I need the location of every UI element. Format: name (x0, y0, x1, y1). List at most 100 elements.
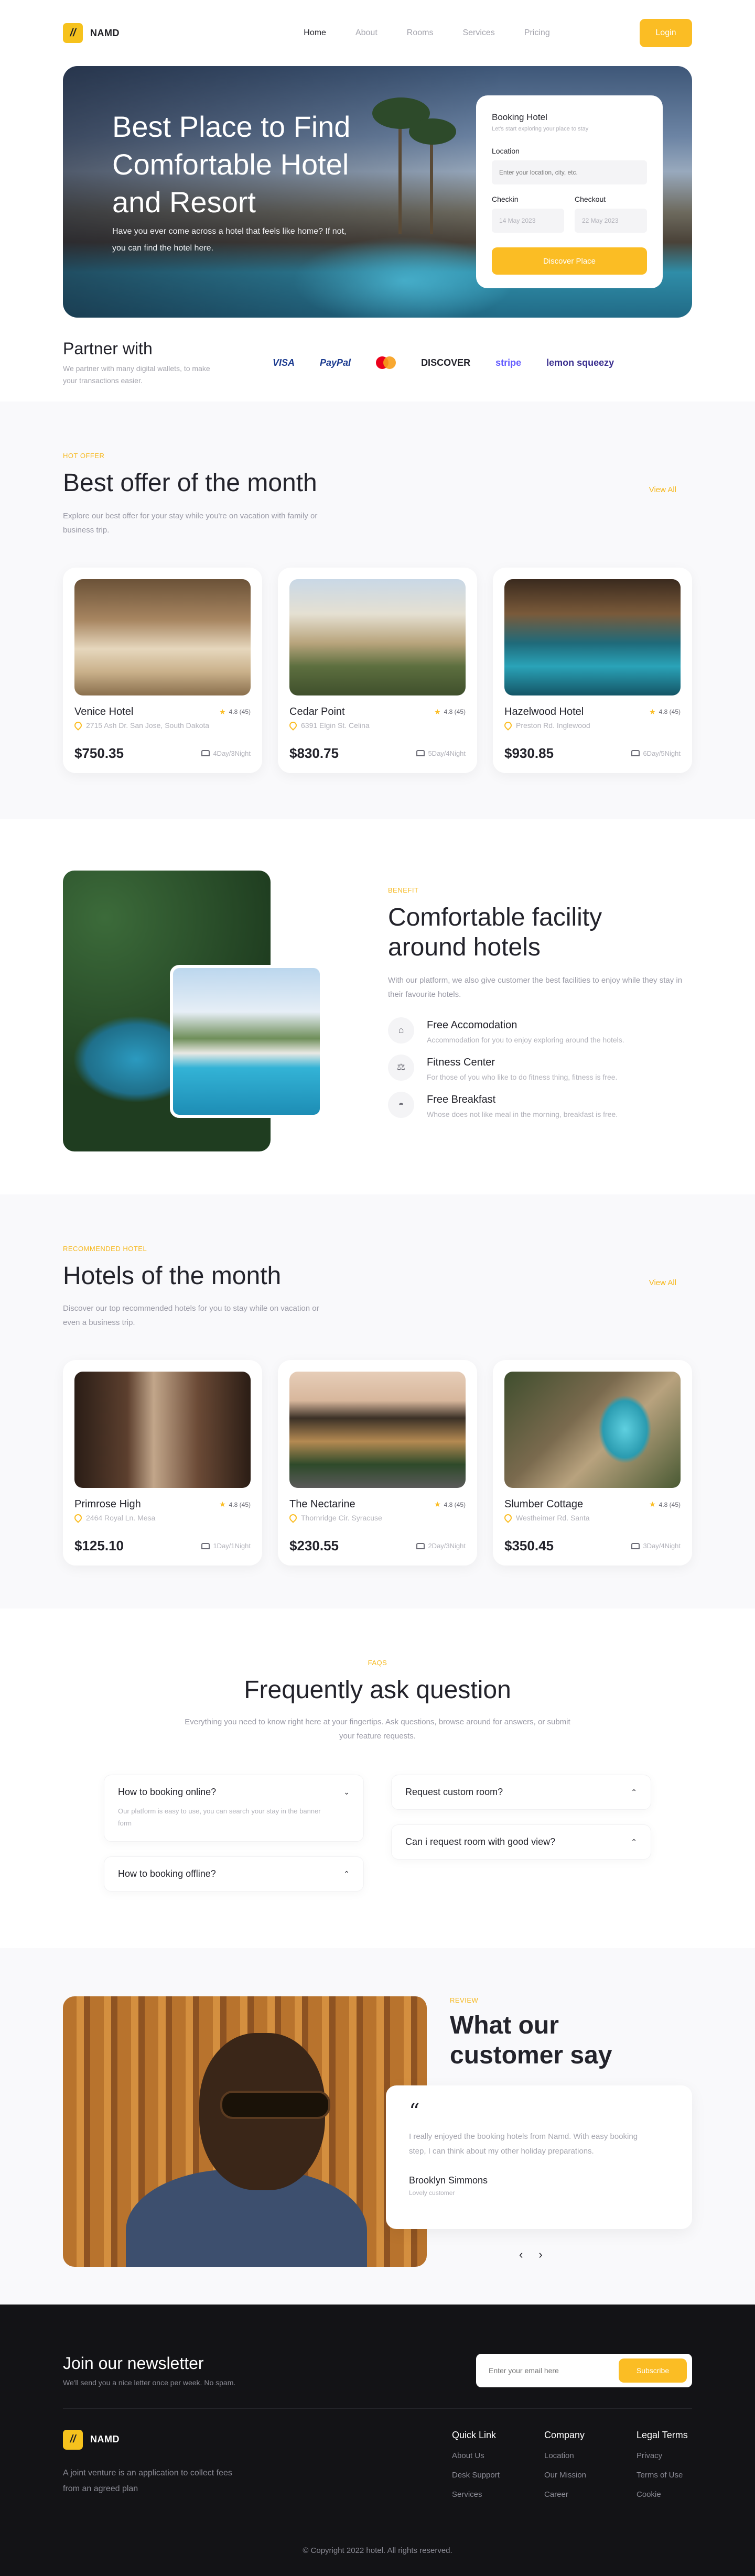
faq-section: FAQS Frequently ask question Everything … (0, 1608, 755, 1948)
facility-desc: With our platform, we also give customer… (388, 975, 683, 999)
discover-logo: DISCOVER (421, 357, 471, 368)
review-card: “ I really enjoyed the booking hotels fr… (386, 2085, 692, 2229)
hotel-card[interactable]: Venice Hotel ★ 4.8 (45) 2715 Ash Dr. San … (63, 567, 262, 773)
logo-mark-icon: // (63, 2429, 83, 2450)
hotel-address: Westheimer Rd. Santa (516, 1514, 590, 1523)
review-quote: I really enjoyed the booking hotels from… (409, 2132, 638, 2156)
pool-view-image (170, 964, 323, 1118)
hotel-image (289, 1372, 466, 1488)
discover-place-button[interactable]: Discover Place (492, 247, 647, 275)
hotel-stay: 1Day/1Night (213, 1542, 251, 1550)
hotel-image (504, 579, 681, 695)
hotels-section: RECOMMENDED HOTEL Hotels of the month Vi… (0, 1194, 755, 1609)
footer-link-cookie[interactable]: Cookie (637, 2490, 692, 2499)
footer-link-location[interactable]: Location (544, 2451, 637, 2460)
pin-icon (288, 1513, 298, 1524)
newsletter-title: Join our newsletter (63, 2353, 204, 2373)
footer-col-quick-link: Quick Link About Us Desk Support Service… (452, 2430, 544, 2499)
bed-icon (416, 750, 425, 757)
sunglasses-image (220, 2090, 330, 2119)
checkout-date-field[interactable]: 22 May 2023 (575, 209, 647, 233)
logo[interactable]: // NAMD (63, 23, 120, 43)
bed-icon (201, 750, 210, 757)
hotel-image (74, 579, 251, 695)
chevron-up-icon[interactable]: ⌃ (343, 1869, 350, 1878)
hotel-card[interactable]: The Nectarine ★ 4.8 (45) Thornridge Cir. … (278, 1360, 477, 1566)
location-input[interactable] (492, 160, 647, 184)
arrow-left-icon[interactable]: ‹ (519, 2248, 523, 2262)
footer-link-privacy[interactable]: Privacy (637, 2451, 692, 2460)
hotels-label: RECOMMENDED HOTEL (63, 1244, 147, 1253)
booking-note: Let's start exploring your place to stay (492, 126, 589, 132)
hotel-address: 2464 Royal Ln. Mesa (86, 1514, 156, 1523)
faq-item[interactable]: Request custom room? ⌃ (391, 1774, 651, 1810)
facility-item-title: Fitness Center (427, 1056, 495, 1068)
faq-desc: Everything you need to know right here a… (185, 1717, 570, 1741)
hotels-title: Hotels of the month (63, 1262, 282, 1290)
location-label: Location (492, 147, 520, 155)
faq-label: FAQS (368, 1659, 387, 1667)
hotels-desc: Discover our top recommended hotels for … (63, 1304, 319, 1328)
copyright: © Copyright 2022 hotel. All rights reser… (303, 2546, 452, 2555)
chevron-down-icon[interactable]: ⌄ (343, 1788, 350, 1797)
hotel-card[interactable]: Hazelwood Hotel ★ 4.8 (45) Preston Rd. In… (493, 567, 692, 773)
hotel-price: $750.35 (74, 745, 124, 761)
faq-question: Request custom room? (405, 1786, 503, 1797)
footer-col-title: Legal Terms (637, 2429, 688, 2440)
hotels-view-all-link[interactable]: View All (649, 1278, 676, 1287)
newsletter: Join our newsletter We'll send you a nic… (63, 2353, 692, 2409)
facility-item-desc: For those of you who like to do fitness … (427, 1072, 618, 1081)
subscribe-button[interactable]: Subscribe (619, 2358, 687, 2383)
hotel-rating: 4.8 (45) (229, 708, 251, 716)
stripe-logo: stripe (495, 357, 522, 368)
footer-link-desk-support[interactable]: Desk Support (452, 2471, 544, 2480)
hotel-image (74, 1372, 251, 1488)
footer-link-about-us[interactable]: About Us (452, 2451, 544, 2460)
reviewer-name: Brooklyn Simmons (409, 2175, 488, 2186)
hotel-price: $350.45 (504, 1538, 554, 1554)
facility-item-desc: Accommodation for you to enjoy exploring… (427, 1035, 624, 1044)
hotel-stay: 6Day/5Night (643, 749, 681, 757)
faq-item[interactable]: How to booking online? ⌄ Our platform is … (104, 1774, 364, 1842)
chevron-up-icon[interactable]: ⌃ (631, 1788, 637, 1797)
hotel-price: $830.75 (289, 745, 339, 761)
faq-item[interactable]: Can i request room with good view? ⌃ (391, 1824, 651, 1860)
footer-link-our-mission[interactable]: Our Mission (544, 2471, 637, 2480)
chevron-up-icon[interactable]: ⌃ (631, 1838, 637, 1846)
login-button[interactable]: Login (639, 19, 692, 47)
email-input[interactable] (489, 2366, 604, 2375)
hotel-price: $230.55 (289, 1538, 339, 1554)
hotel-address: Preston Rd. Inglewood (516, 721, 590, 730)
facility-title: Comfortable facility around hotels (388, 903, 602, 962)
bed-icon (416, 1542, 425, 1549)
footer-link-terms[interactable]: Terms of Use (637, 2471, 692, 2480)
hotel-stay: 2Day/3Night (428, 1542, 466, 1550)
review-label: REVIEW (450, 1996, 479, 2004)
hotel-card[interactable]: Primrose High ★ 4.8 (45) 2464 Royal Ln. M… (63, 1360, 262, 1566)
nav-home[interactable]: Home (304, 28, 326, 38)
accommodation-icon: ⌂ (388, 1017, 414, 1044)
facility-list: ⌂ Free Accomodation Accommodation for yo… (388, 1017, 692, 1118)
nav-pricing[interactable]: Pricing (524, 28, 550, 38)
facility-item-desc: Whose does not like meal in the morning,… (427, 1110, 618, 1118)
footer-col-title: Quick Link (452, 2429, 497, 2440)
footer-link-career[interactable]: Career (544, 2490, 637, 2499)
nav-rooms[interactable]: Rooms (407, 28, 434, 38)
hotel-name: Cedar Point (289, 705, 345, 718)
arrow-right-icon[interactable]: › (538, 2248, 542, 2262)
nav-services[interactable]: Services (462, 28, 494, 38)
offer-view-all-link[interactable]: View All (649, 485, 676, 494)
offer-desc: Explore our best offer for your stay whi… (63, 511, 318, 535)
footer-link-services[interactable]: Services (452, 2490, 544, 2499)
checkin-date-field[interactable]: 14 May 2023 (492, 209, 564, 233)
hotel-card[interactable]: Slumber Cottage ★ 4.8 (45) Westheimer Rd.… (493, 1360, 692, 1566)
facility-item: ◓ Free Breakfast Whose does not like mea… (388, 1091, 692, 1118)
footer-logo[interactable]: // NAMD (63, 2429, 241, 2450)
hotel-name: Slumber Cottage (504, 1498, 584, 1510)
offer-cards: Venice Hotel ★ 4.8 (45) 2715 Ash Dr. San … (63, 567, 692, 773)
nav-about[interactable]: About (355, 28, 378, 38)
partner-desc: We partner with many digital wallets, to… (63, 364, 210, 385)
faq-item[interactable]: How to booking offline? ⌃ (104, 1856, 364, 1892)
hotel-card[interactable]: Cedar Point ★ 4.8 (45) 6391 Elgin St. Cel… (278, 567, 477, 773)
checkout-label: Checkout (575, 195, 606, 203)
